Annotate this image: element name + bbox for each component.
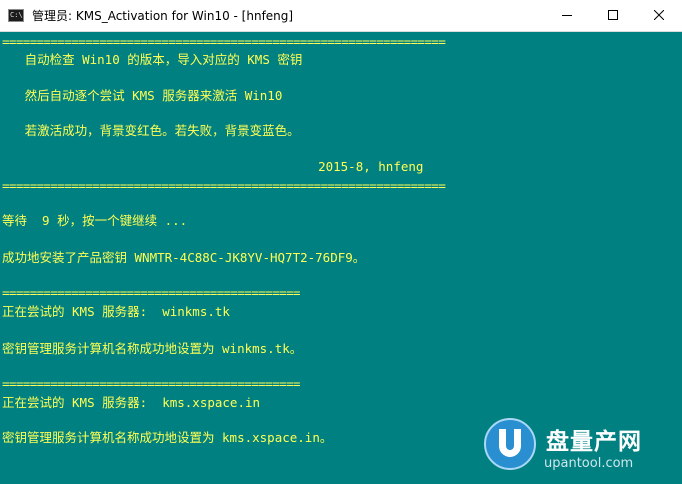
console-line-intro-2: 然后自动逐个尝试 KMS 服务器来激活 Win10: [2, 88, 283, 103]
console-line-trying-server: 正在尝试的 KMS 服务器: kms.xspace.in: [2, 395, 261, 410]
maximize-button[interactable]: [590, 0, 636, 31]
console-output[interactable]: ========================================…: [0, 32, 682, 484]
upantool-logo-icon: [484, 418, 536, 470]
console-line-intro-3: 若激活成功，背景变红色。若失败，背景变蓝色。: [2, 123, 300, 138]
console-line-author: 2015-8, hnfeng: [2, 159, 424, 174]
console-line-server-set: 密钥管理服务计算机名称成功地设置为 kms.xspace.in。: [2, 430, 333, 445]
close-icon: [654, 10, 664, 20]
minimize-button[interactable]: [544, 0, 590, 31]
watermark-brand: 盘量产网: [546, 429, 642, 455]
console-line-intro-1: 自动检查 Win10 的版本，导入对应的 KMS 密钥: [2, 52, 303, 67]
watermark: 盘量产网 upantool.com: [484, 418, 680, 482]
console-separator: ========================================…: [2, 34, 446, 49]
watermark-site: upantool.com: [544, 456, 634, 471]
minimize-icon: [562, 15, 572, 16]
console-line-server-set: 密钥管理服务计算机名称成功地设置为 winkms.tk。: [2, 341, 303, 356]
maximize-icon: [608, 10, 618, 20]
console-separator: ========================================…: [2, 285, 300, 300]
console-line-key-installed: 成功地安装了产品密钥 WNMTR-4C88C-JK8YV-HQ7T2-76DF9…: [2, 250, 366, 265]
window-title: 管理员: KMS_Activation for Win10 - [hnfeng]: [32, 9, 294, 23]
console-separator: ========================================…: [2, 376, 300, 391]
console-separator: ========================================…: [2, 178, 446, 193]
console-app-icon[interactable]: C:\.: [8, 9, 24, 22]
console-line-trying-server: 正在尝试的 KMS 服务器: winkms.tk: [2, 304, 230, 319]
title-bar[interactable]: C:\. 管理员: KMS_Activation for Win10 - [hn…: [0, 0, 682, 32]
console-line-wait: 等待 9 秒，按一个键继续 ...: [2, 213, 188, 228]
close-button[interactable]: [636, 0, 682, 31]
